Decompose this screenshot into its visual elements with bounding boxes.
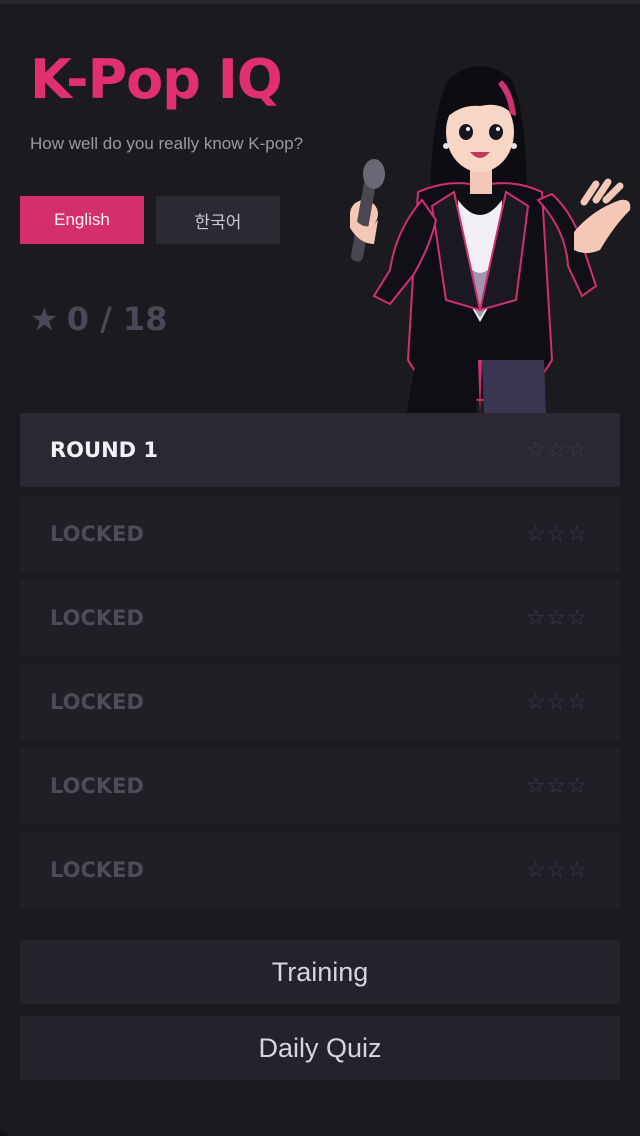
score-text: 0 / 18 bbox=[66, 300, 168, 338]
total-score: ★ 0 / 18 bbox=[30, 300, 167, 338]
training-button[interactable]: Training bbox=[20, 940, 620, 1004]
round-stars-icon: ☆☆☆ bbox=[525, 689, 588, 715]
round-row-locked[interactable]: LOCKED ☆☆☆ bbox=[20, 749, 620, 823]
round-label: LOCKED bbox=[50, 774, 144, 798]
round-row-locked[interactable]: LOCKED ☆☆☆ bbox=[20, 833, 620, 907]
round-label: LOCKED bbox=[50, 858, 144, 882]
mascot-singer-illustration bbox=[350, 66, 631, 416]
round-stars-icon: ☆☆☆ bbox=[525, 773, 588, 799]
round-stars-icon: ☆☆☆ bbox=[525, 605, 588, 631]
round-label: ROUND 1 bbox=[50, 438, 159, 462]
round-row-locked[interactable]: LOCKED ☆☆☆ bbox=[20, 665, 620, 739]
round-label: LOCKED bbox=[50, 606, 144, 630]
app-subtitle: How well do you really know K-pop? bbox=[30, 134, 304, 153]
round-row-locked[interactable]: LOCKED ☆☆☆ bbox=[20, 581, 620, 655]
round-row-locked[interactable]: LOCKED ☆☆☆ bbox=[20, 497, 620, 571]
language-english-button[interactable]: English bbox=[20, 196, 144, 244]
language-korean-button[interactable]: 한국어 bbox=[156, 196, 280, 244]
round-row[interactable]: ROUND 1 ☆☆☆ bbox=[20, 413, 620, 487]
daily-quiz-button[interactable]: Daily Quiz bbox=[20, 1016, 620, 1080]
round-stars-icon: ☆☆☆ bbox=[525, 521, 588, 547]
star-icon: ★ bbox=[30, 300, 59, 338]
app-title: K-Pop IQ bbox=[30, 48, 283, 111]
round-stars-icon: ☆☆☆ bbox=[525, 857, 588, 883]
round-label: LOCKED bbox=[50, 690, 144, 714]
round-stars-icon: ☆☆☆ bbox=[525, 437, 588, 463]
main-panel: K-Pop IQ How well do you really know K-p… bbox=[0, 4, 640, 1136]
round-label: LOCKED bbox=[50, 522, 144, 546]
